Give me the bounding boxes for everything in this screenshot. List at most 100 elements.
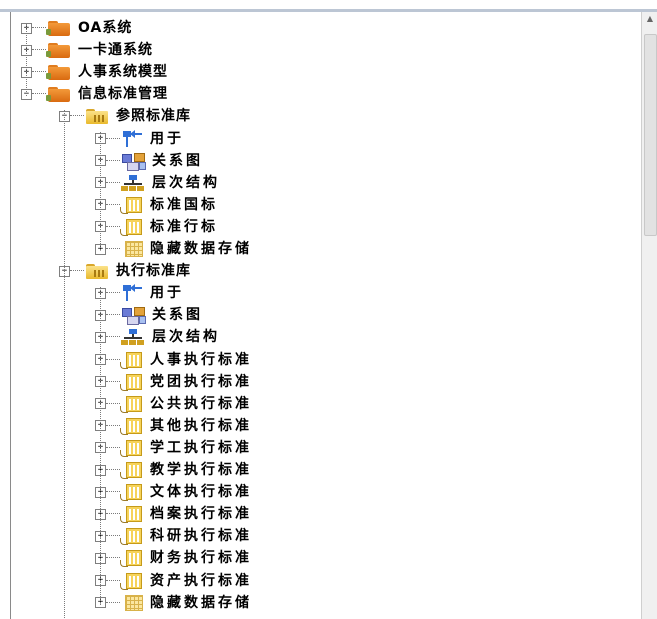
- node-label: 档案执行标准: [150, 506, 252, 523]
- tree-connector: [106, 358, 120, 361]
- tree-node-item[interactable]: + 党团执行标准: [95, 372, 252, 392]
- node-label: 隐藏数据存储: [150, 594, 252, 611]
- vertical-scrollbar[interactable]: ▲: [641, 12, 657, 619]
- scroll-up-arrow-icon[interactable]: ▲: [643, 12, 657, 26]
- tree-connector: [106, 513, 120, 515]
- node-label: 参照标准库: [116, 108, 191, 125]
- tree-node-item[interactable]: + 其他执行标准: [95, 416, 252, 436]
- node-label: 人事执行标准: [150, 351, 252, 368]
- tree-connector: [106, 225, 120, 228]
- standard-table-icon: [120, 417, 144, 435]
- standard-table-icon: [120, 527, 144, 546]
- standard-table-icon: [120, 373, 144, 391]
- folder-icon: [46, 64, 72, 81]
- tree-view[interactable]: + OA系统 + 一卡通系统 + 人事系统模型 − 信息标准管理 − 参照标准库 + 用于 + 关系图 + 层…: [10, 12, 642, 619]
- standard-table-icon: [120, 572, 144, 590]
- tree-node-item[interactable]: + 关系图: [95, 151, 203, 171]
- tree-node-top[interactable]: + OA系统: [21, 18, 132, 38]
- tree-node-item[interactable]: + 资产执行标准: [95, 571, 252, 591]
- folder-icon: [46, 20, 72, 36]
- relation-diagram-icon: [120, 306, 146, 326]
- node-label: 文体执行标准: [150, 484, 252, 501]
- scroll-thumb[interactable]: [644, 34, 657, 236]
- tree-node-item[interactable]: + 档案执行标准: [95, 504, 252, 524]
- tree-node-top[interactable]: − 信息标准管理: [21, 84, 168, 104]
- tree-connector: [106, 336, 120, 338]
- tree-node-top[interactable]: + 人事系统模型: [21, 62, 168, 82]
- standard-table-icon: [120, 461, 144, 479]
- tree-node-item[interactable]: + 隐藏数据存储: [95, 593, 252, 613]
- tree-node-item[interactable]: + 科研执行标准: [95, 526, 252, 546]
- node-label: 关系图: [152, 307, 203, 324]
- tree-connector: [106, 491, 120, 493]
- tree-node-item[interactable]: + 文体执行标准: [95, 482, 252, 502]
- tree-connector: [32, 71, 46, 73]
- tree-connector: [106, 601, 120, 604]
- relation-diagram-icon: [120, 152, 146, 171]
- tree-node-item[interactable]: + 教学执行标准: [95, 460, 252, 480]
- tree-guide-line: [64, 110, 65, 619]
- node-label: 层次结构: [152, 329, 220, 346]
- tree-connector: [106, 137, 120, 140]
- tree-guide-line: [100, 132, 101, 250]
- tree-connector: [106, 535, 120, 537]
- tree-connector: [106, 579, 120, 582]
- usage-arrow-icon: [120, 284, 144, 302]
- tree-node-item[interactable]: + 公共执行标准: [95, 394, 252, 414]
- tree-connector: [106, 424, 120, 427]
- standard-table-icon: [120, 483, 144, 502]
- tree-node-library[interactable]: − 参照标准库: [59, 106, 191, 126]
- tree-connector: [70, 270, 84, 272]
- tree-node-item[interactable]: + 人事执行标准: [95, 350, 252, 370]
- node-label: 隐藏数据存储: [150, 241, 252, 257]
- standard-table-icon: [120, 549, 144, 568]
- tree-node-item[interactable]: + 隐藏数据存储: [95, 239, 252, 259]
- tree-node-item[interactable]: + 财务执行标准: [95, 548, 252, 568]
- standard-table-icon: [120, 351, 144, 369]
- node-label: 一卡通系统: [78, 42, 153, 59]
- tree-connector: [32, 49, 46, 51]
- tree-node-library[interactable]: − 执行标准库: [59, 261, 191, 281]
- standard-table-icon: [120, 218, 144, 236]
- tree-connector: [106, 402, 120, 405]
- node-label: 用于: [150, 285, 184, 302]
- window-top-bar: [0, 0, 657, 12]
- node-label: 其他执行标准: [150, 417, 252, 434]
- tree-connector: [106, 159, 120, 162]
- node-label: 财务执行标准: [150, 550, 252, 567]
- tree-node-item[interactable]: + 关系图: [95, 305, 203, 326]
- tree-guide-line: [26, 24, 27, 96]
- tree-connector: [106, 380, 120, 383]
- node-label: 教学执行标准: [150, 462, 252, 478]
- tree-node-item[interactable]: + 用于: [95, 283, 184, 303]
- node-label: 科研执行标准: [150, 528, 252, 545]
- tree-node-item[interactable]: + 标准行标: [95, 217, 218, 237]
- hierarchy-icon: [120, 328, 146, 346]
- tree-node-item[interactable]: + 用于: [95, 129, 184, 149]
- node-label: OA系统: [78, 20, 133, 36]
- tree-node-item[interactable]: + 学工执行标准: [95, 438, 252, 458]
- node-label: 学工执行标准: [150, 439, 252, 456]
- tree-node-item[interactable]: + 层次结构: [95, 327, 220, 347]
- hierarchy-icon: [120, 174, 146, 192]
- tree-connector: [106, 314, 120, 316]
- tree-node-top[interactable]: + 一卡通系统: [21, 40, 153, 60]
- tree-connector: [106, 292, 120, 294]
- hidden-storage-icon: [120, 240, 144, 258]
- tree-connector: [106, 248, 120, 250]
- tree-connector: [70, 115, 84, 117]
- standard-table-icon: [120, 505, 144, 524]
- tree-connector: [106, 203, 120, 206]
- node-label: 信息标准管理: [78, 86, 168, 103]
- hidden-storage-icon: [120, 594, 144, 612]
- tree-connector: [32, 93, 46, 95]
- tree-connector: [106, 446, 120, 449]
- node-label: 执行标准库: [116, 263, 191, 280]
- tree-node-item[interactable]: + 层次结构: [95, 173, 220, 193]
- folder-icon: [46, 86, 72, 103]
- standard-table-icon: [120, 439, 144, 457]
- tree-connector: [106, 181, 120, 184]
- usage-arrow-icon: [120, 129, 144, 148]
- tree-node-item[interactable]: + 标准国标: [95, 195, 218, 215]
- tree-connector: [106, 557, 120, 559]
